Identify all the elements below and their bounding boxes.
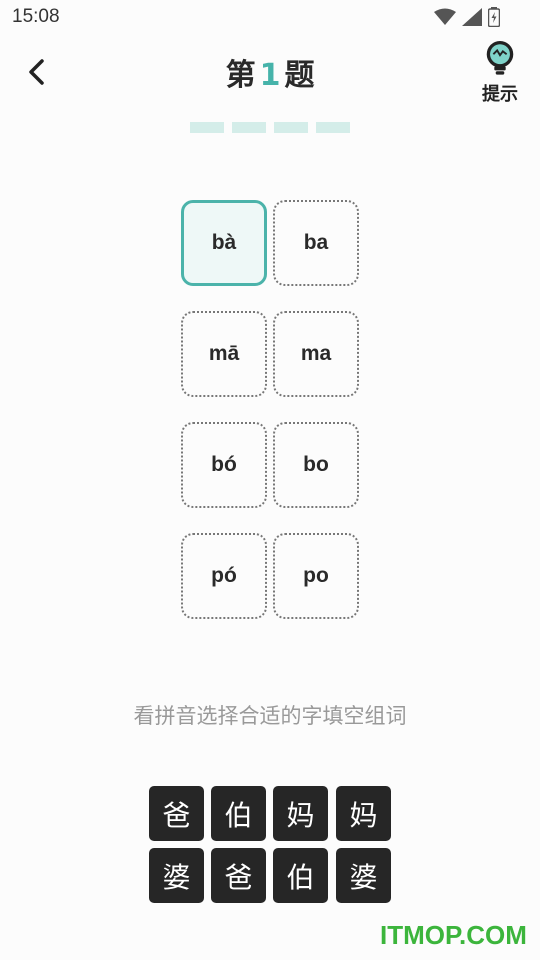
- character-tile[interactable]: 妈: [336, 786, 391, 841]
- question-number: 1: [259, 58, 281, 93]
- instruction-text: 看拼音选择合适的字填空组词: [133, 704, 407, 728]
- status-icons: [434, 6, 500, 28]
- hint-button[interactable]: 提示: [472, 40, 528, 106]
- battery-icon: [488, 7, 500, 27]
- character-tile[interactable]: 妈: [273, 786, 328, 841]
- character-tile[interactable]: 伯: [273, 848, 328, 903]
- option-ma1[interactable]: mā: [181, 311, 267, 397]
- progress-segment: [232, 122, 266, 133]
- character-label: 爸: [162, 798, 191, 832]
- character-tile[interactable]: 伯: [211, 786, 266, 841]
- option-label: bó: [211, 453, 237, 476]
- signal-icon: [462, 8, 482, 26]
- character-tile[interactable]: 爸: [211, 848, 266, 903]
- character-label: 婆: [349, 860, 378, 894]
- character-label: 妈: [349, 798, 378, 832]
- option-label: pó: [211, 564, 237, 587]
- option-ba4[interactable]: bà: [181, 200, 267, 286]
- character-label: 爸: [224, 860, 253, 894]
- wifi-icon: [434, 8, 456, 25]
- progress-segment: [274, 122, 308, 133]
- page-title: 第1题: [0, 50, 540, 94]
- option-ma[interactable]: ma: [273, 311, 359, 397]
- character-tile[interactable]: 婆: [336, 848, 391, 903]
- option-label: mā: [208, 342, 240, 365]
- status-bar: 15:08: [0, 0, 540, 36]
- title-suffix: 题: [284, 58, 315, 93]
- option-label: ba: [303, 231, 329, 254]
- hint-label: 提示: [482, 84, 518, 105]
- progress-segment: [316, 122, 350, 133]
- option-label: ma: [300, 342, 332, 365]
- status-time: 15:08: [12, 6, 60, 27]
- title-prefix: 第: [225, 58, 256, 93]
- character-label: 妈: [286, 798, 315, 832]
- option-ba[interactable]: ba: [273, 200, 359, 286]
- lightbulb-icon: [486, 40, 514, 75]
- character-label: 伯: [224, 798, 253, 832]
- option-label: bà: [211, 231, 237, 254]
- option-bo[interactable]: bo: [273, 422, 359, 508]
- character-label: 伯: [286, 860, 315, 894]
- progress-indicator: [190, 122, 350, 133]
- watermark-text: ITMOP.COM: [380, 920, 527, 950]
- option-po[interactable]: po: [273, 533, 359, 619]
- option-po2[interactable]: pó: [181, 533, 267, 619]
- option-label: bo: [303, 453, 329, 476]
- progress-segment: [190, 122, 224, 133]
- character-tile[interactable]: 爸: [149, 786, 204, 841]
- option-label: po: [303, 564, 329, 587]
- option-bo2[interactable]: bó: [181, 422, 267, 508]
- character-tile[interactable]: 婆: [149, 848, 204, 903]
- character-label: 婆: [162, 860, 191, 894]
